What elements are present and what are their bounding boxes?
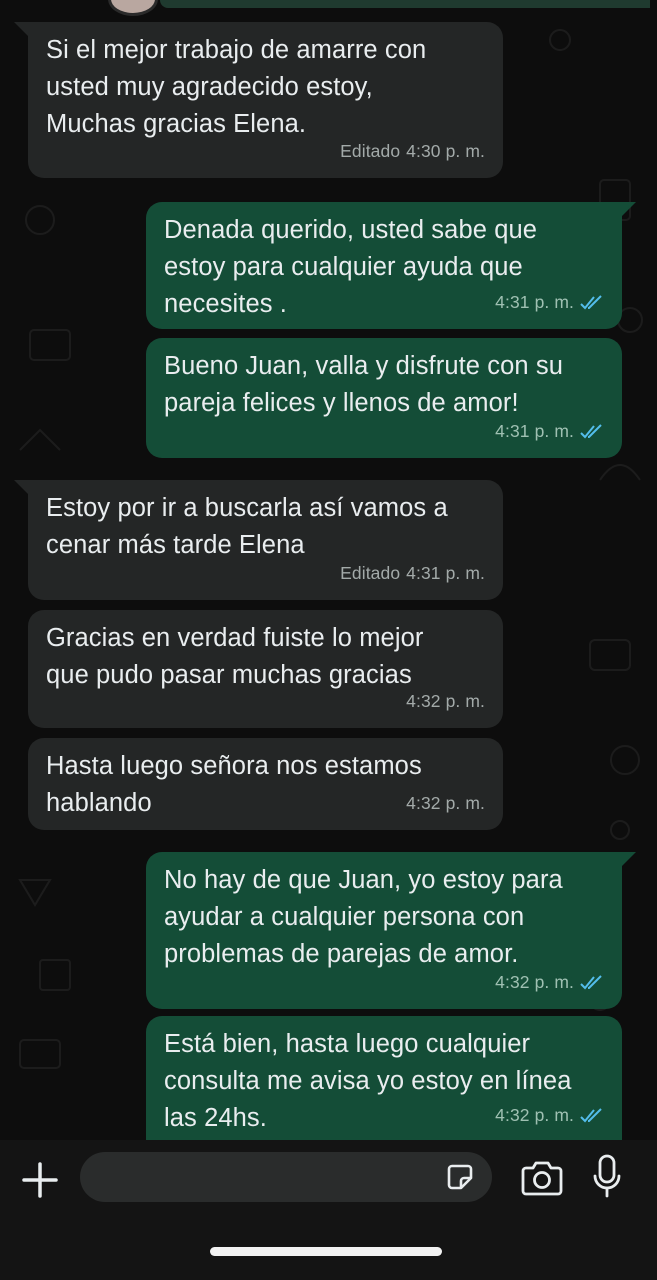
- bubble-tail: [14, 480, 28, 494]
- message-input-pill[interactable]: [80, 1152, 492, 1204]
- message-meta: 4:32 p. m.: [495, 1097, 604, 1134]
- message-meta: 4:32 p. m.: [406, 683, 485, 720]
- message-meta: 4:31 p. m.: [495, 284, 604, 321]
- message-text: No hay de que Juan, yo estoy para ayudar…: [164, 866, 563, 968]
- double-check-read-icon: [580, 1107, 602, 1122]
- message-incoming[interactable]: Si el mejor trabajo de amarre con usted …: [28, 22, 503, 178]
- message-outgoing[interactable]: Bueno Juan, valla y disfrute con su pare…: [146, 338, 622, 458]
- message-time: 4:32 p. m.: [495, 1105, 574, 1125]
- bubble-tail: [622, 852, 636, 866]
- message-time: 4:30 p. m.: [406, 141, 485, 161]
- message-incoming[interactable]: Hasta luego señora nos estamos hablando …: [28, 738, 503, 830]
- message-meta: 4:32 p. m.: [495, 964, 604, 1001]
- message-meta: Editado 4:31 p. m.: [340, 555, 485, 592]
- message-time: 4:31 p. m.: [495, 421, 574, 441]
- microphone-icon[interactable]: [592, 1154, 622, 1200]
- double-check-read-icon: [580, 423, 602, 438]
- message-time: 4:31 p. m.: [406, 563, 485, 583]
- header-remnant: [0, 0, 657, 16]
- edited-label: Editado: [340, 563, 401, 583]
- message-incoming[interactable]: Estoy por ir a buscarla así vamos a cena…: [28, 480, 503, 600]
- bubble-tail: [14, 22, 28, 36]
- message-text: Si el mejor trabajo de amarre con usted …: [46, 36, 427, 138]
- chat-screen: Si el mejor trabajo de amarre con usted …: [0, 0, 657, 1280]
- message-time: 4:32 p. m.: [406, 691, 485, 711]
- double-check-read-icon: [580, 294, 602, 309]
- double-check-read-icon: [580, 974, 602, 989]
- message-meta: Editado 4:30 p. m.: [340, 133, 485, 170]
- message-text: Bueno Juan, valla y disfrute con su pare…: [164, 352, 563, 417]
- edited-label: Editado: [340, 141, 401, 161]
- plus-icon[interactable]: [20, 1160, 60, 1200]
- message-incoming[interactable]: Gracias en verdad fuiste lo mejor que pu…: [28, 610, 503, 728]
- message-meta: 4:32 p. m.: [406, 785, 485, 822]
- camera-icon[interactable]: [520, 1158, 564, 1198]
- message-outgoing[interactable]: Denada querido, usted sabe que estoy par…: [146, 202, 622, 329]
- bubble-tail: [622, 202, 636, 216]
- home-indicator: [210, 1247, 442, 1256]
- message-outgoing[interactable]: No hay de que Juan, yo estoy para ayudar…: [146, 852, 622, 1009]
- header-strip: [160, 0, 650, 8]
- message-time: 4:31 p. m.: [495, 292, 574, 312]
- message-time: 4:32 p. m.: [406, 793, 485, 813]
- message-time: 4:32 p. m.: [495, 972, 574, 992]
- message-meta: 4:31 p. m.: [495, 413, 604, 450]
- message-input[interactable]: [98, 1152, 442, 1204]
- sticker-icon[interactable]: [446, 1163, 474, 1191]
- message-text: Estoy por ir a buscarla así vamos a cena…: [46, 494, 448, 559]
- composer-bar: [0, 1140, 657, 1280]
